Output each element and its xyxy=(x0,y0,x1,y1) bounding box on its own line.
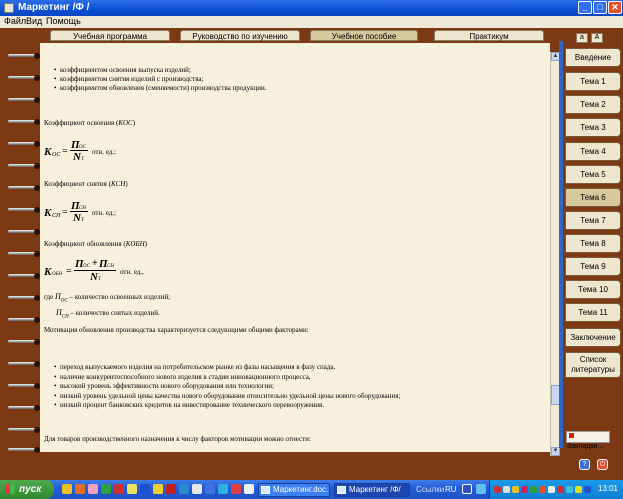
language-indicator[interactable]: RU xyxy=(445,485,457,494)
font-smaller-button[interactable]: a xyxy=(576,33,588,43)
screen-icon[interactable] xyxy=(462,484,472,494)
bookmarks-button[interactable]: Закладки... xyxy=(566,431,610,450)
quicklaunch-icon[interactable] xyxy=(62,484,72,494)
content-page: • коэффициентом освоения выпуска изделий… xyxy=(40,43,550,452)
side-tab-4[interactable]: Тема 4 xyxy=(565,142,621,161)
quicklaunch-icon[interactable] xyxy=(179,484,189,494)
tray-icon[interactable] xyxy=(557,486,564,493)
bullets-top: • коэффициентом освоения выпуска изделий… xyxy=(54,66,267,93)
tab-guide[interactable]: Руководство по изучению xyxy=(180,30,300,41)
tray-icon[interactable] xyxy=(575,486,582,493)
help-icon[interactable]: ? xyxy=(579,459,590,470)
menu-file[interactable]: Файл xyxy=(4,16,26,26)
maximize-icon[interactable]: □ xyxy=(593,1,607,14)
side-tab-intro[interactable]: Введение xyxy=(565,48,621,67)
links-toolbar[interactable]: Ссылки xyxy=(416,485,444,494)
side-tab-conclusion[interactable]: Заключение xyxy=(565,328,621,347)
quicklaunch-icon[interactable] xyxy=(101,484,111,494)
last-paragraph: Для товаров производственного назначения… xyxy=(44,435,311,443)
coef-sn-label: Коэффициент снятия (KCH) xyxy=(44,180,128,188)
start-button[interactable]: пуск xyxy=(0,480,54,499)
taskbar-button-app[interactable]: Маркетинг /Ф/ xyxy=(334,483,410,497)
clock: 13:01 xyxy=(597,484,618,493)
list-item: • низкий уровень удельной цены качества … xyxy=(54,391,401,400)
bullets-bottom: • переход выпускаемого изделия на потреб… xyxy=(54,363,400,411)
tray-icon[interactable] xyxy=(539,486,546,493)
side-tab-11[interactable]: Тема 11 xyxy=(565,303,621,322)
quicklaunch-icon[interactable] xyxy=(244,484,254,494)
tray-icon[interactable] xyxy=(566,486,573,493)
tray-icon[interactable] xyxy=(530,486,537,493)
side-tab-2[interactable]: Тема 2 xyxy=(565,95,621,114)
windows-logo-icon xyxy=(5,484,15,494)
page-edge xyxy=(559,41,563,448)
formula-osv: K OC = П OC N T отн. ед.; xyxy=(44,139,116,163)
side-tab-references[interactable]: Список литературы xyxy=(565,352,621,378)
list-item: • коэффициентом освоения выпуска изделий… xyxy=(54,66,191,74)
formula-obn: K OБH = П OC + П CH N T отн. ед., xyxy=(44,258,144,283)
word-doc-icon xyxy=(261,486,270,494)
list-item: • коэффициентом снятия изделий с произво… xyxy=(54,75,204,83)
side-tabs: Введение Тема 1 Тема 2 Тема 3 Тема 4 Тем… xyxy=(565,48,621,388)
tray-icon[interactable] xyxy=(494,486,501,493)
app-icon xyxy=(4,3,14,13)
quicklaunch-icon[interactable] xyxy=(75,484,85,494)
quicklaunch-icon[interactable] xyxy=(192,484,202,494)
quicklaunch-icon[interactable] xyxy=(218,484,228,494)
taskbar: пуск Маркетинг.doc... Маркетинг /Ф/ Ссыл… xyxy=(0,480,623,499)
tab-textbook[interactable]: Учебное пособие xyxy=(310,30,418,41)
motivation-intro: Мотивация обновления производства характ… xyxy=(44,326,309,334)
list-item: • наличие конкурентоспособного нового из… xyxy=(54,372,311,381)
bookmark-icon xyxy=(569,433,574,438)
tray-icon[interactable] xyxy=(548,486,555,493)
tray-icon[interactable] xyxy=(503,486,510,493)
side-tab-6[interactable]: Тема 6 xyxy=(565,188,621,207)
quicklaunch-icon[interactable] xyxy=(88,484,98,494)
tray-icon[interactable] xyxy=(584,486,591,493)
spiral-binding xyxy=(6,48,42,458)
side-tab-1[interactable]: Тема 1 xyxy=(565,72,621,91)
quicklaunch-icon[interactable] xyxy=(153,484,163,494)
scroll-down-icon[interactable]: ▼ xyxy=(551,447,560,456)
top-tabs: Учебная программа Руководство по изучени… xyxy=(48,30,550,42)
side-tab-3[interactable]: Тема 3 xyxy=(565,118,621,137)
title-bar: Маркетинг /Ф / _ □ ✕ xyxy=(0,0,623,16)
menu-bar: Файл Вид Помощь xyxy=(0,16,623,28)
side-tab-7[interactable]: Тема 7 xyxy=(565,211,621,230)
taskbar-button-doc[interactable]: Маркетинг.doc... xyxy=(258,483,330,497)
window-title: Маркетинг /Ф / xyxy=(18,2,90,13)
tray-icon[interactable] xyxy=(476,484,486,494)
list-item: • коэффициентом обновления (сменяемости)… xyxy=(54,84,267,92)
quicklaunch-icon[interactable] xyxy=(127,484,137,494)
quicklaunch-icon[interactable] xyxy=(140,484,150,494)
quicklaunch-icon[interactable] xyxy=(114,484,124,494)
system-tray: 13:01 xyxy=(489,480,623,499)
coef-osv-label: Коэффициент освоения (KOC) xyxy=(44,119,136,127)
tab-program[interactable]: Учебная программа xyxy=(50,30,170,41)
list-item: • переход выпускаемого изделия на потреб… xyxy=(54,363,336,371)
menu-view[interactable]: Вид xyxy=(26,16,42,26)
exit-icon[interactable]: ⏻ xyxy=(597,459,608,470)
coef-obn-label: Коэффициент обновления (KOБH) xyxy=(44,240,147,248)
app-window-icon xyxy=(337,486,346,494)
font-larger-button[interactable]: A xyxy=(591,33,603,43)
where-line-2: ПCH – количество снятых изделий. xyxy=(56,308,160,320)
side-tab-10[interactable]: Тема 10 xyxy=(565,280,621,299)
close-icon[interactable]: ✕ xyxy=(608,1,622,14)
quicklaunch-icon[interactable] xyxy=(166,484,176,494)
side-tab-8[interactable]: Тема 8 xyxy=(565,234,621,253)
tray-icon[interactable] xyxy=(521,486,528,493)
quicklaunch-icon[interactable] xyxy=(205,484,215,494)
menu-help[interactable]: Помощь xyxy=(46,16,81,26)
tab-practicum[interactable]: Практикум xyxy=(434,30,544,41)
side-tab-5[interactable]: Тема 5 xyxy=(565,165,621,184)
where-line-1: где ПOC – количество освоенных изделий; xyxy=(44,292,171,304)
side-tab-9[interactable]: Тема 9 xyxy=(565,257,621,276)
tray-icon[interactable] xyxy=(512,486,519,493)
list-item: • высокий уровень эффективности нового о… xyxy=(54,382,274,390)
formula-sn: K CH = П CH N T отн. ед.; xyxy=(44,200,116,224)
list-item: • низкий процент банковских кредитов на … xyxy=(54,401,325,409)
quicklaunch-icon[interactable] xyxy=(231,484,241,494)
minimize-icon[interactable]: _ xyxy=(578,1,592,14)
